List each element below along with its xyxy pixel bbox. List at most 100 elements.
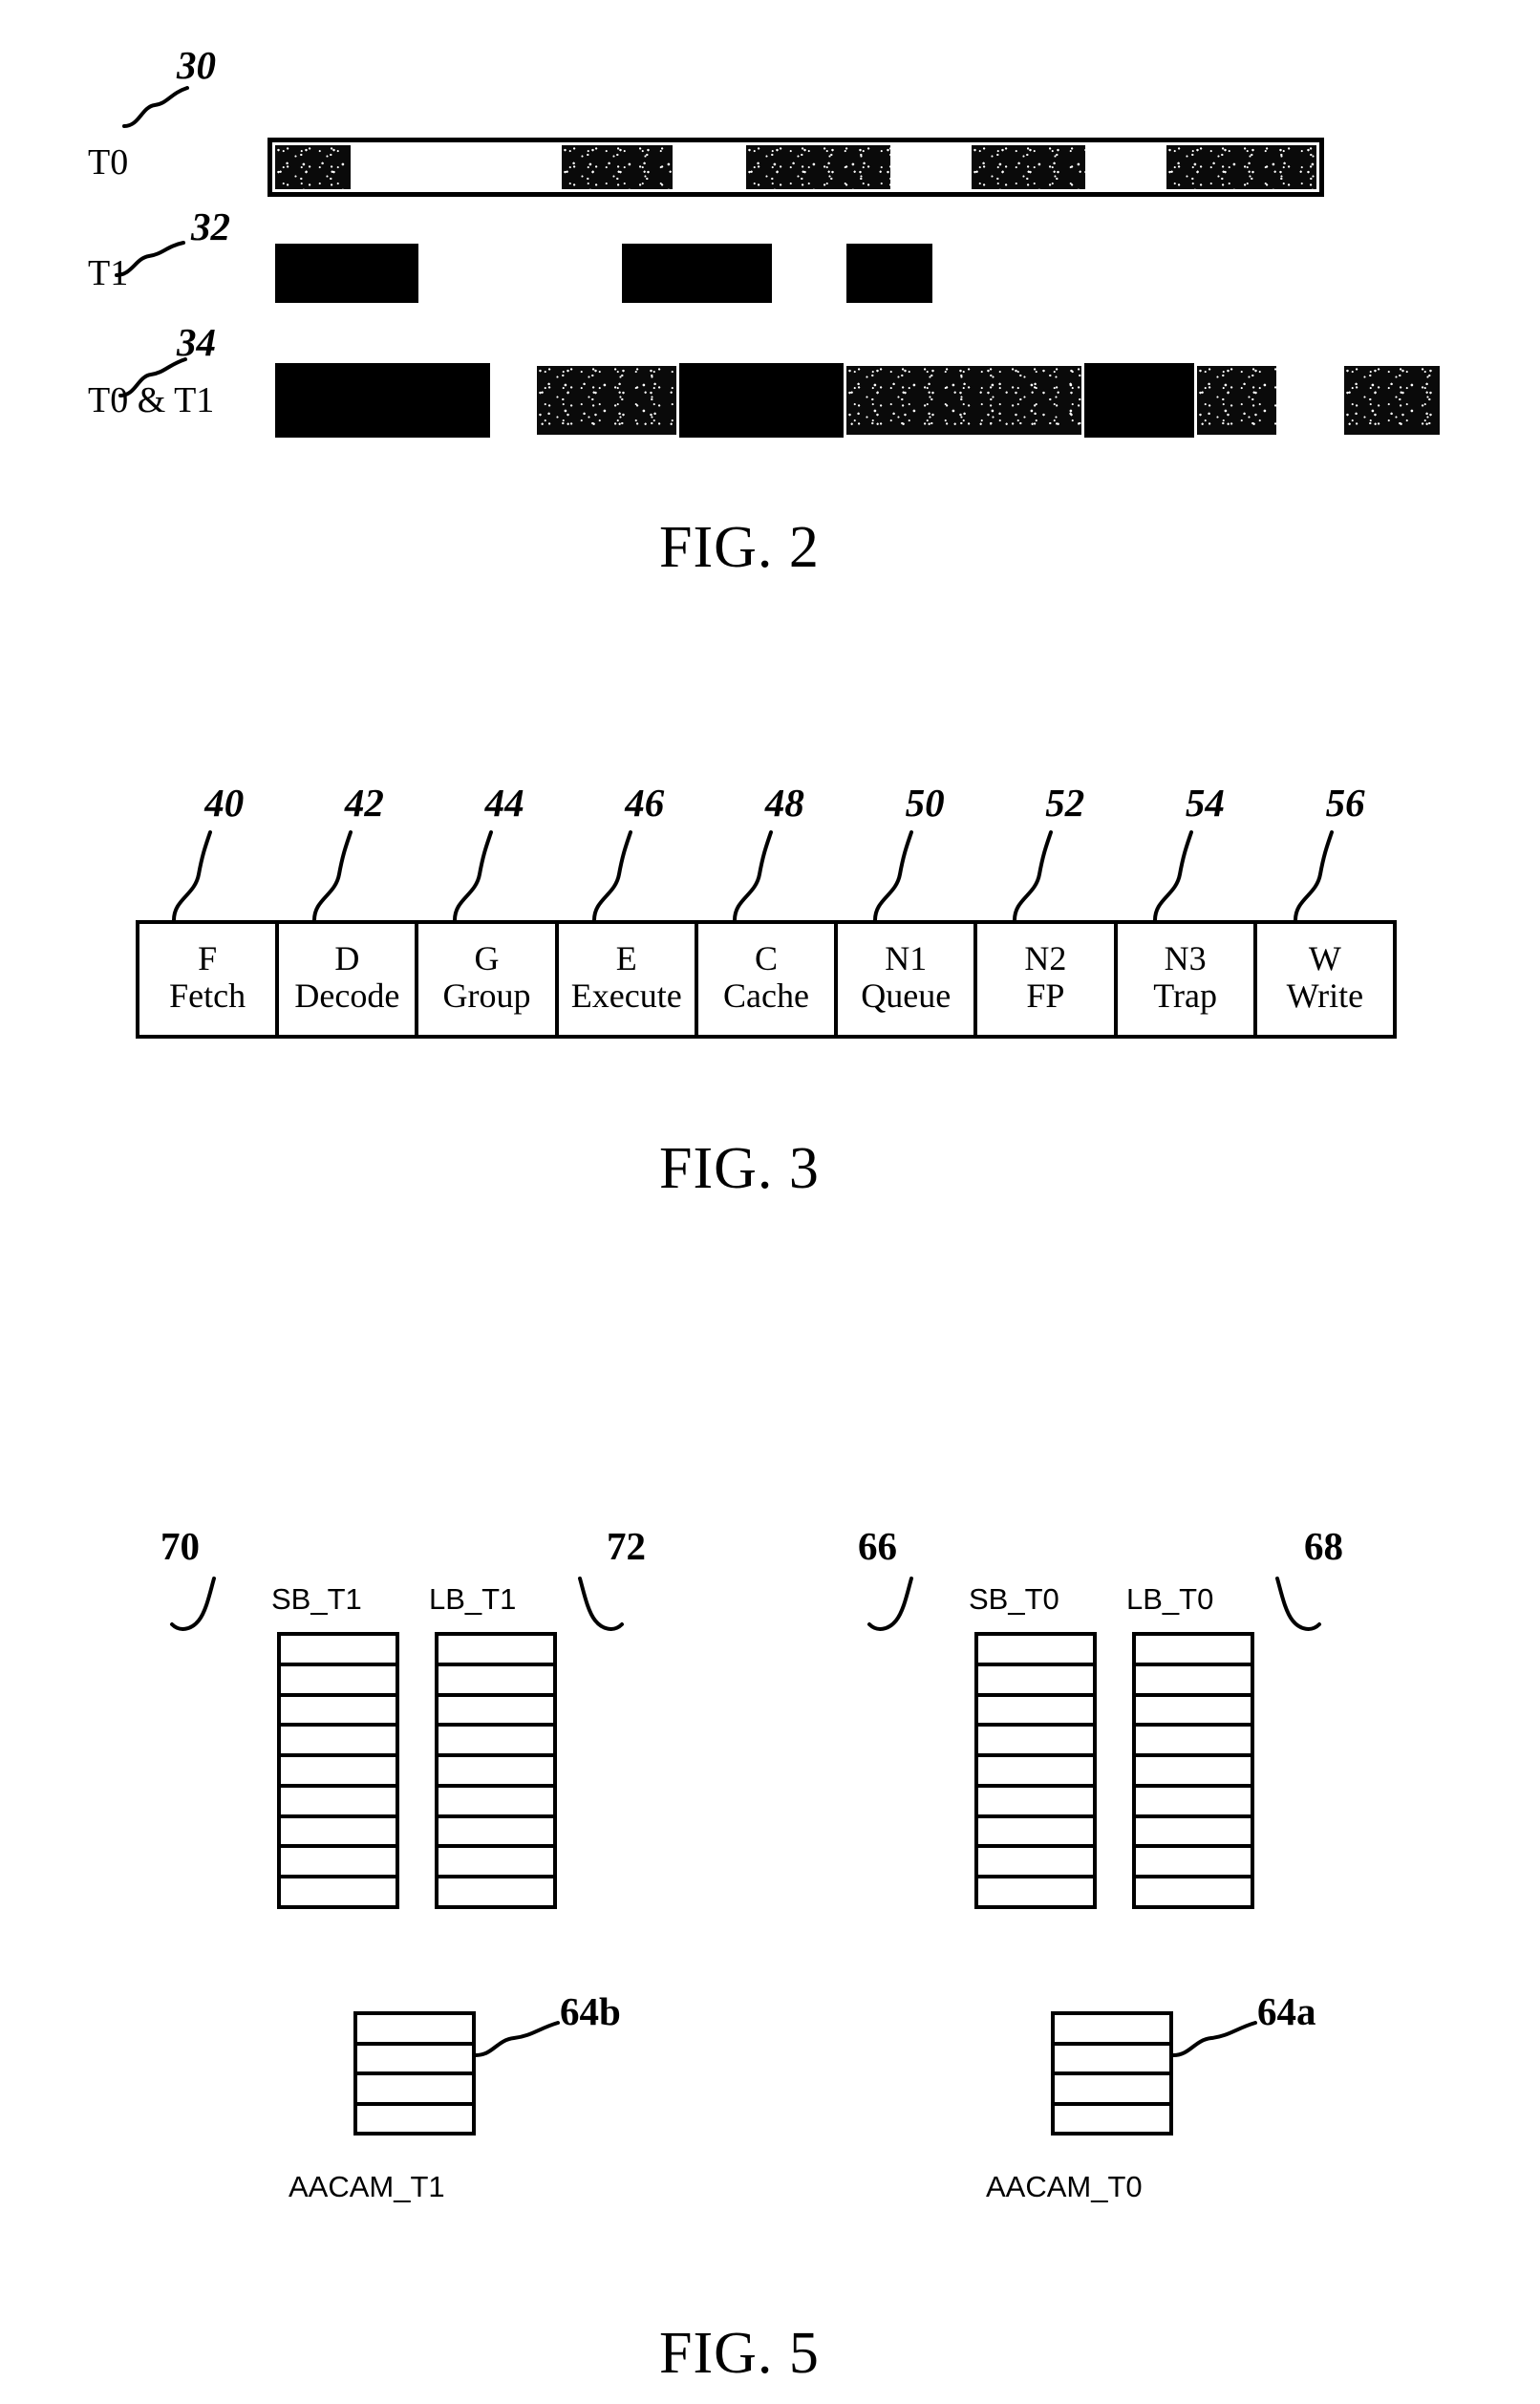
reference-numeral-42: 42: [344, 781, 384, 825]
leader-line-54: [1152, 830, 1193, 922]
cam-entry: [1055, 2015, 1169, 2046]
reference-numeral-56: 56: [1325, 781, 1365, 825]
buffer-entry: [1136, 1727, 1251, 1758]
fig2-segment-tex: [968, 142, 1088, 192]
cam-stack-aacam_t0[interactable]: [1051, 2011, 1173, 2136]
buffer-entry: [281, 1848, 396, 1879]
fig2-segment-tex: [844, 363, 1084, 438]
pipeline-stage-abbr: N2: [1024, 939, 1067, 978]
buffer-entry: [1136, 1878, 1251, 1905]
pipeline-stage-n3[interactable]: N3 Trap: [1118, 924, 1257, 1035]
pipeline-stage-abbr: W: [1308, 939, 1341, 978]
pipeline-stage-n2[interactable]: N2 FP: [977, 924, 1118, 1035]
leader-line-56: [1293, 830, 1334, 922]
buffer-entry: [281, 1757, 396, 1788]
buffer-entry: [281, 1727, 396, 1758]
leader-line-64b: [474, 2021, 560, 2057]
buffer-entry: [281, 1636, 396, 1666]
cam-label-aacam_t1: AACAM_T1: [289, 2170, 445, 2203]
fig2-segment-black: [275, 244, 419, 303]
fig2-bar-t1: [275, 244, 1139, 303]
pipeline-stage-row: F Fetch D Decode G Group E Execute C Cache N1 Queue…: [136, 920, 1397, 1039]
fig2-segment-tex: [534, 363, 679, 438]
leader-line-30: [122, 86, 189, 128]
reference-numeral-50: 50: [905, 781, 945, 825]
patent-drawing-sheet: 30 T0 32 T1 34 T0 & T1 FIG. 2 40 42 44 46 48…: [0, 0, 1540, 2404]
pipeline-stage-name: Execute: [570, 977, 682, 1015]
buffer-entry: [438, 1818, 553, 1849]
pipeline-stage-e[interactable]: E Execute: [559, 924, 698, 1035]
fig2-segment-white: [771, 244, 847, 303]
leader-line-50: [872, 830, 913, 922]
pipeline-stage-c[interactable]: C Cache: [698, 924, 839, 1035]
buffer-entry: [438, 1697, 553, 1728]
buffer-entry: [978, 1636, 1093, 1666]
pipeline-stage-abbr: D: [334, 939, 360, 978]
buffer-entry: [281, 1788, 396, 1818]
buffer-entry: [1136, 1697, 1251, 1728]
fig2-segment-white: [418, 244, 623, 303]
reference-numeral-68: 68: [1304, 1524, 1343, 1568]
fig2-segment-white: [489, 363, 535, 438]
pipeline-stage-name: Decode: [294, 977, 400, 1015]
fig2-segment-tex: [1193, 363, 1279, 438]
pipeline-stage-g[interactable]: G Group: [418, 924, 559, 1035]
leader-line-66: [867, 1577, 913, 1631]
pipeline-stage-w[interactable]: W Write: [1257, 924, 1393, 1035]
reference-numeral-54: 54: [1185, 781, 1225, 825]
buffer-entry: [978, 1697, 1093, 1728]
reference-numeral-40: 40: [204, 781, 245, 825]
buffer-stack-lb_t0[interactable]: [1132, 1632, 1254, 1909]
pipeline-stage-d[interactable]: D Decode: [279, 924, 419, 1035]
reference-numeral-66: 66: [858, 1524, 897, 1568]
reference-numeral-46: 46: [625, 781, 665, 825]
pipeline-stage-abbr: E: [615, 939, 637, 978]
figure-2-title: FIG. 2: [659, 515, 820, 580]
buffer-entry: [978, 1878, 1093, 1905]
figure-5-title: FIG. 5: [659, 2321, 820, 2386]
cam-stack-aacam_t1[interactable]: [353, 2011, 476, 2136]
figure-2: 30 T0 32 T1 34 T0 & T1 FIG. 2: [0, 0, 1540, 612]
buffer-entry: [978, 1727, 1093, 1758]
cam-entry: [357, 2015, 472, 2046]
cam-entry: [357, 2046, 472, 2075]
buffer-entry: [978, 1848, 1093, 1879]
buffer-entry: [1136, 1788, 1251, 1818]
leader-line-68: [1275, 1577, 1321, 1631]
fig2-row-label-t0-t1: T0 & T1: [88, 380, 215, 420]
fig2-segment-tex: [1340, 363, 1443, 438]
pipeline-stage-name: FP: [1026, 977, 1065, 1015]
reference-numeral-52: 52: [1045, 781, 1085, 825]
fig2-segment-tex: [272, 142, 354, 192]
pipeline-stage-f[interactable]: F Fetch: [139, 924, 280, 1035]
buffer-stack-lb_t1[interactable]: [435, 1632, 557, 1909]
buffer-entry: [978, 1788, 1093, 1818]
leader-line-72: [578, 1577, 624, 1631]
reference-numeral-64b: 64b: [560, 1989, 621, 2033]
fig2-row-label-t1: T1: [88, 253, 129, 293]
buffer-entry: [438, 1666, 553, 1697]
buffer-label-sb_t0: SB_T0: [969, 1582, 1059, 1616]
fig2-segment-black: [622, 244, 772, 303]
pipeline-stage-n1[interactable]: N1 Queue: [838, 924, 978, 1035]
pipeline-stage-name: Fetch: [169, 977, 246, 1015]
fig2-segment-white: [353, 142, 560, 192]
fig2-segment-white: [931, 244, 1139, 303]
figure-5: SB_T1 70 LB_T1 72 SB_T0 66 LB_T0 68 AACAM_T1 64b A…: [0, 1491, 1540, 2404]
pipeline-stage-abbr: G: [474, 939, 500, 978]
fig2-segment-tex: [743, 142, 893, 192]
buffer-entry: [1136, 1636, 1251, 1666]
buffer-stack-sb_t1[interactable]: [277, 1632, 399, 1909]
pipeline-stage-name: Write: [1286, 977, 1364, 1015]
buffer-stack-sb_t0[interactable]: [974, 1632, 1097, 1909]
buffer-entry: [438, 1878, 553, 1905]
leader-line-64a: [1171, 2021, 1257, 2057]
fig2-segment-tex: [1163, 142, 1319, 192]
cam-entry: [1055, 2075, 1169, 2106]
reference-numeral-44: 44: [484, 781, 524, 825]
buffer-entry: [438, 1757, 553, 1788]
fig2-segment-black: [275, 363, 490, 438]
fig2-segment-black: [1083, 363, 1194, 438]
pipeline-stage-abbr: N3: [1164, 939, 1207, 978]
buffer-entry: [978, 1818, 1093, 1849]
